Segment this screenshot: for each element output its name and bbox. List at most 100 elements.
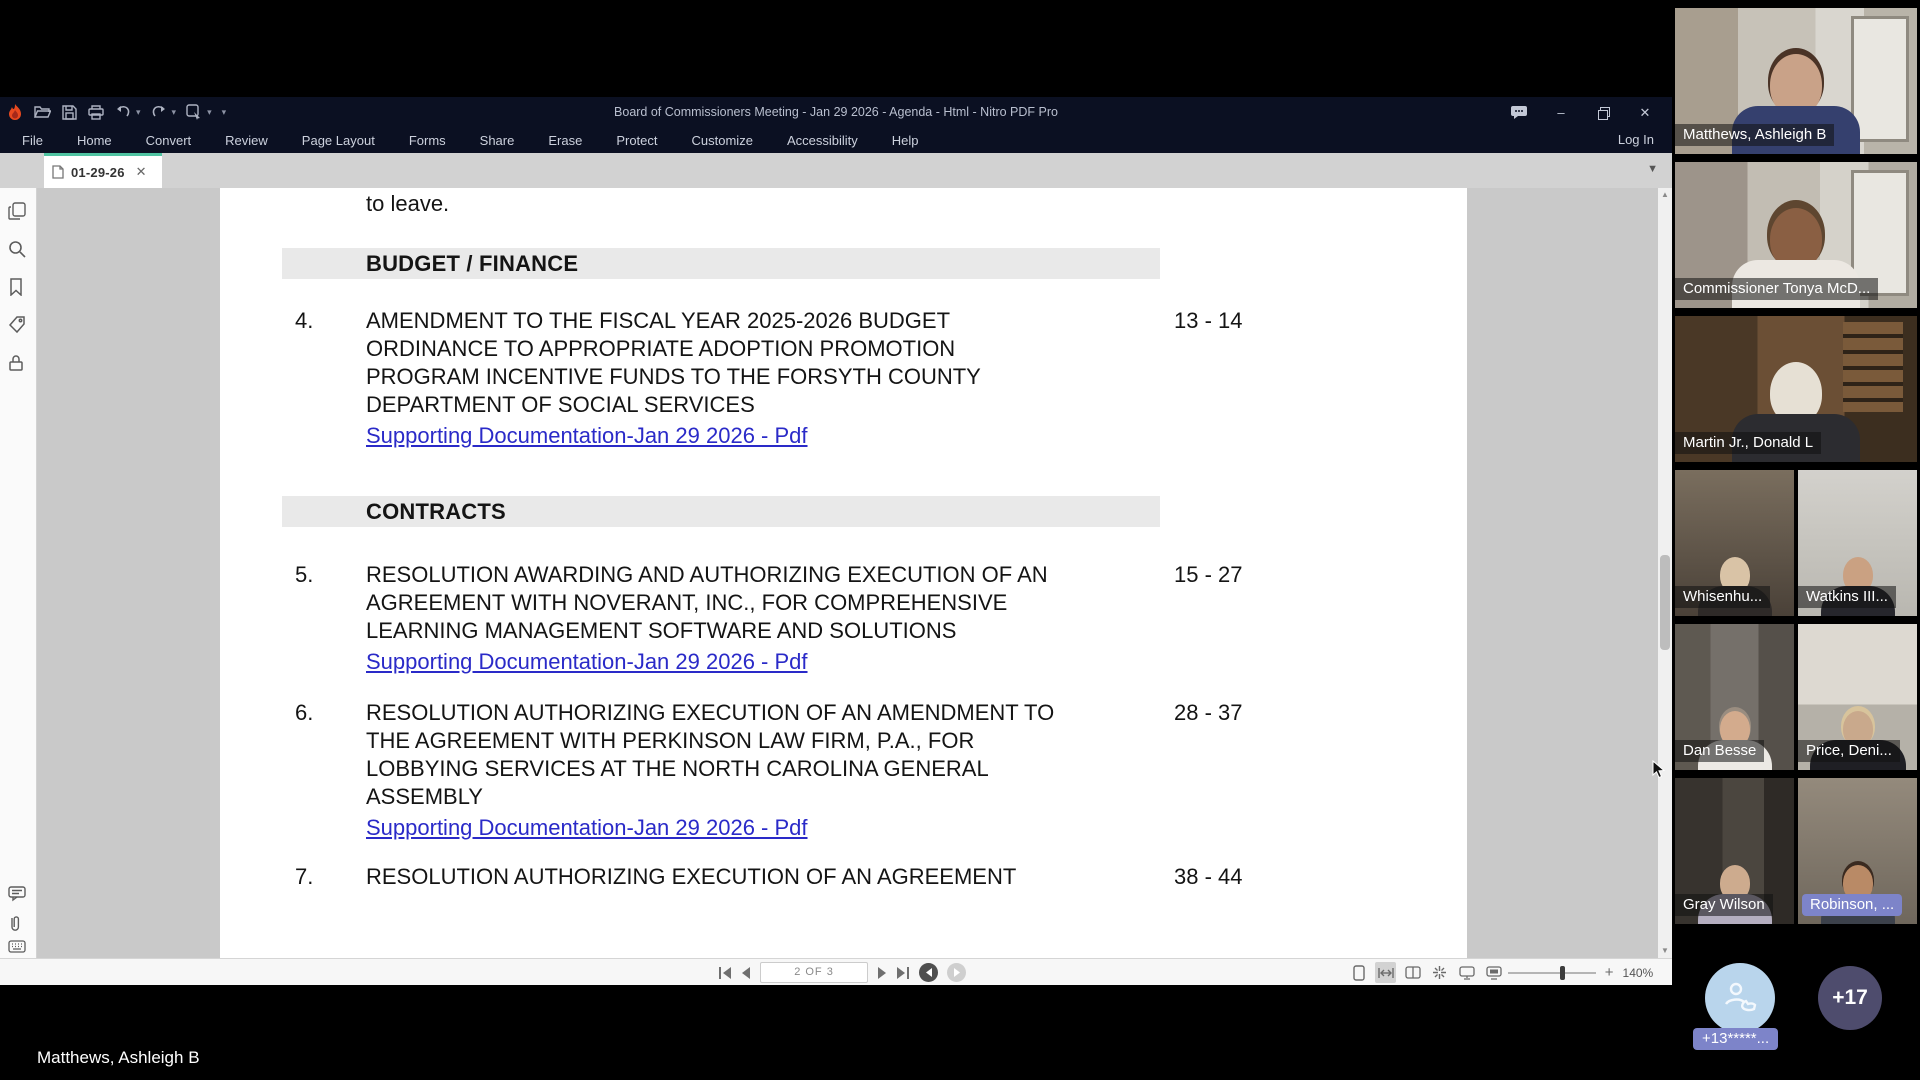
- multi-page-view-icon[interactable]: [1429, 962, 1450, 983]
- menu-forms[interactable]: Forms: [409, 133, 446, 148]
- security-panel-icon[interactable]: [8, 354, 29, 375]
- video-tile-robinson[interactable]: Robinson, ...: [1798, 778, 1917, 924]
- item-title: RESOLUTION AUTHORIZING EXECUTION OF AN A…: [366, 699, 1066, 811]
- video-tile-matthews[interactable]: Matthews, Ashleigh B: [1675, 8, 1917, 154]
- title-bar: ▾ ▾ ▾ ▾ Board of Commissioners Meeting -…: [0, 97, 1672, 128]
- view-history-forward-icon[interactable]: [947, 963, 966, 982]
- phone-participant-avatar[interactable]: [1705, 963, 1775, 1033]
- phone-participant-label: +13*****...: [1693, 1028, 1778, 1050]
- nitro-pdf-window: ▾ ▾ ▾ ▾ Board of Commissioners Meeting -…: [0, 97, 1672, 985]
- participant-name: Watkins III...: [1798, 586, 1896, 608]
- single-page-view-icon[interactable]: [1348, 962, 1369, 983]
- previous-page-icon[interactable]: [741, 967, 751, 979]
- video-tile-price[interactable]: Price, Deni...: [1798, 624, 1917, 770]
- overflow-count: +17: [1832, 986, 1868, 1010]
- video-tile-watkins[interactable]: Watkins III...: [1798, 470, 1917, 616]
- item-page-range: 38 - 44: [1066, 863, 1467, 891]
- minimize-button[interactable]: –: [1542, 99, 1580, 127]
- tab-close-icon[interactable]: ✕: [136, 164, 147, 180]
- menu-accessibility[interactable]: Accessibility: [787, 133, 858, 148]
- screen: ▾ ▾ ▾ ▾ Board of Commissioners Meeting -…: [0, 0, 1920, 1080]
- item-page-range: 15 - 27: [1066, 561, 1467, 645]
- status-bar: 2 OF 3: [0, 958, 1672, 985]
- video-tile-pair-2: Dan Besse Price, Deni...: [1675, 624, 1917, 770]
- restore-button[interactable]: [1584, 99, 1622, 127]
- supporting-documentation-link[interactable]: Supporting Documentation-Jan 29 2026 - P…: [366, 423, 808, 448]
- menu-page-layout[interactable]: Page Layout: [302, 133, 375, 148]
- zoom-slider[interactable]: [1508, 972, 1596, 974]
- video-tile-mcdaniel[interactable]: Commissioner Tonya McD...: [1675, 162, 1917, 308]
- menu-customize[interactable]: Customize: [692, 133, 753, 148]
- supporting-documentation-link[interactable]: Supporting Documentation-Jan 29 2026 - P…: [366, 815, 808, 840]
- scroll-up-icon[interactable]: ▲: [1658, 188, 1672, 202]
- menu-help[interactable]: Help: [892, 133, 919, 148]
- scrollbar-thumb[interactable]: [1660, 555, 1670, 650]
- zoom-level-value: 140%: [1623, 966, 1659, 980]
- agenda-item-6: 6. RESOLUTION AUTHORIZING EXECUTION OF A…: [220, 699, 1467, 841]
- zoom-out-icon[interactable]: −: [1490, 964, 1499, 981]
- item-page-range: 13 - 14: [1066, 307, 1467, 419]
- last-page-icon[interactable]: [896, 967, 910, 979]
- agenda-item-4: 4. AMENDMENT TO THE FISCAL YEAR 2025-202…: [220, 307, 1467, 449]
- menu-protect[interactable]: Protect: [616, 133, 657, 148]
- participant-name: Commissioner Tonya McD...: [1675, 278, 1878, 300]
- document-viewport: to leave. BUDGET / FINANCE 4. AMENDMENT …: [0, 188, 1672, 958]
- overflow-participants-badge[interactable]: +17: [1818, 966, 1882, 1030]
- log-in-link[interactable]: Log In: [1618, 132, 1654, 147]
- agenda-item-7: 7. RESOLUTION AUTHORIZING EXECUTION OF A…: [220, 863, 1467, 891]
- tags-panel-icon[interactable]: [8, 316, 29, 337]
- menu-review[interactable]: Review: [225, 133, 268, 148]
- feedback-chat-icon[interactable]: [1500, 99, 1538, 127]
- pdf-page: to leave. BUDGET / FINANCE 4. AMENDMENT …: [220, 188, 1467, 958]
- video-tile-whisenhunt[interactable]: Whisenhu...: [1675, 470, 1794, 616]
- section-heading-contracts: CONTRACTS: [282, 496, 1160, 527]
- pages-panel-icon[interactable]: [8, 202, 29, 223]
- video-tile-martin[interactable]: Martin Jr., Donald L: [1675, 316, 1917, 462]
- agenda-item-5: 5. RESOLUTION AWARDING AND AUTHORIZING E…: [220, 561, 1467, 675]
- supporting-documentation-link[interactable]: Supporting Documentation-Jan 29 2026 - P…: [366, 649, 808, 674]
- menu-home[interactable]: Home: [77, 133, 112, 148]
- view-history-back-icon[interactable]: [919, 963, 938, 982]
- window-title: Board of Commissioners Meeting - Jan 29 …: [0, 97, 1672, 128]
- supporting-doc-link-wrap: Supporting Documentation-Jan 29 2026 - P…: [366, 815, 1066, 841]
- item-page-range: 28 - 37: [1066, 699, 1467, 811]
- comments-panel-icon[interactable]: [8, 886, 29, 907]
- item-number: 6.: [295, 699, 366, 811]
- participant-name-highlighted: Robinson, ...: [1802, 894, 1902, 916]
- menu-erase[interactable]: Erase: [548, 133, 582, 148]
- participant-name: Whisenhu...: [1675, 586, 1770, 608]
- slideshow-view-icon[interactable]: [1456, 962, 1477, 983]
- zoom-in-icon[interactable]: +: [1605, 964, 1614, 981]
- participant-name: Price, Deni...: [1798, 740, 1900, 762]
- first-page-icon[interactable]: [718, 967, 732, 979]
- zoom-slider-handle[interactable]: [1560, 966, 1565, 980]
- scroll-down-icon[interactable]: ▼: [1658, 944, 1672, 958]
- page-indicator-field[interactable]: 2 OF 3: [760, 962, 868, 983]
- tab-list-dropdown-icon[interactable]: ▼: [1647, 163, 1658, 175]
- item-number: 5.: [295, 561, 366, 645]
- video-tile-wilson[interactable]: Gray Wilson: [1675, 778, 1794, 924]
- supporting-doc-link-wrap: Supporting Documentation-Jan 29 2026 - P…: [366, 423, 1066, 449]
- fit-width-view-icon[interactable]: [1375, 962, 1396, 983]
- presenter-name-label: Matthews, Ashleigh B: [37, 1048, 200, 1068]
- mouse-cursor: [1652, 760, 1665, 784]
- participant-name: Gray Wilson: [1675, 894, 1773, 916]
- two-page-view-icon[interactable]: [1402, 962, 1423, 983]
- next-page-icon[interactable]: [877, 967, 887, 979]
- attachments-panel-icon[interactable]: [8, 914, 29, 935]
- menu-convert[interactable]: Convert: [146, 133, 192, 148]
- item-title: RESOLUTION AUTHORIZING EXECUTION OF AN A…: [366, 863, 1066, 891]
- search-panel-icon[interactable]: [8, 240, 29, 261]
- video-tile-besse[interactable]: Dan Besse: [1675, 624, 1794, 770]
- menu-share[interactable]: Share: [480, 133, 515, 148]
- participant-name: Martin Jr., Donald L: [1675, 432, 1821, 454]
- menu-file[interactable]: File: [22, 133, 43, 148]
- document-tab[interactable]: 01-29-26 ✕: [44, 153, 162, 188]
- close-button[interactable]: ✕: [1626, 99, 1664, 127]
- item-number: 4.: [295, 307, 366, 419]
- item-number: 7.: [295, 863, 366, 891]
- participant-name: Matthews, Ashleigh B: [1675, 124, 1834, 146]
- bookmarks-panel-icon[interactable]: [8, 278, 29, 299]
- supporting-doc-link-wrap: Supporting Documentation-Jan 29 2026 - P…: [366, 649, 1066, 675]
- vertical-scrollbar[interactable]: ▲ ▼: [1658, 188, 1672, 958]
